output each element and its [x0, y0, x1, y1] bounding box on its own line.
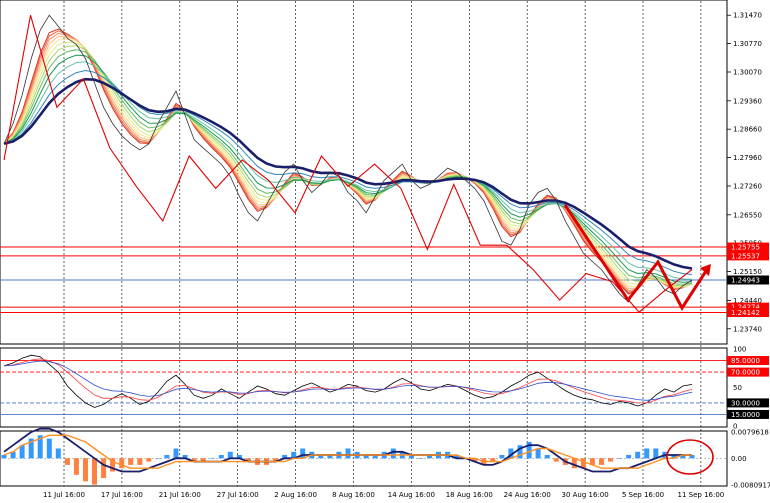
macd-histogram-bar	[164, 455, 170, 459]
macd-histogram-bar	[128, 458, 134, 465]
price-panel	[0, 0, 728, 345]
macd-histogram-bar	[617, 458, 623, 459]
level-tag-label: 1.25755	[731, 244, 760, 252]
price-tick-label: 1.27260	[733, 182, 762, 190]
x-tick-label: 11 Jul 16:00	[43, 491, 85, 499]
macd-histogram-bar	[155, 458, 161, 459]
x-tick-label: 14 Aug 16:00	[388, 491, 435, 499]
rsi-level-tag-label: 30.0000	[731, 399, 760, 407]
rsi-level-tag-label: 85.0000	[731, 357, 760, 365]
macd-histogram-bar	[390, 448, 396, 459]
x-tick-label: 30 Aug 16:00	[561, 491, 608, 499]
macd-histogram-bar	[499, 455, 505, 459]
macd-histogram-bar	[1, 455, 7, 459]
rsi-level-tag-label: 15.0000	[731, 411, 760, 419]
macd-histogram-bar	[173, 448, 179, 459]
price-tick-label: 1.26550	[733, 211, 762, 219]
macd-histogram-bar	[626, 455, 632, 459]
macd-histogram-bar	[535, 448, 541, 459]
x-tick-label: 17 Jul 16:00	[101, 491, 143, 499]
rsi-tick-label: 50	[733, 384, 742, 392]
macd-histogram-bar	[635, 451, 641, 459]
price-tick-label: 1.25150	[733, 268, 762, 276]
macd-histogram-bar	[599, 458, 604, 465]
price-tick-label: 1.27960	[733, 154, 762, 162]
macd-histogram-bar	[608, 458, 613, 462]
macd-histogram-bar	[345, 448, 351, 459]
level-tag-label: 1.25537	[731, 252, 760, 260]
macd-histogram-bar	[644, 448, 650, 459]
level-tag-label: 1.24142	[731, 309, 760, 317]
level-tag-label: 1.24943	[731, 276, 760, 284]
x-tick-label: 21 Jul 16:00	[159, 491, 201, 499]
macd-histogram-bar	[64, 458, 70, 465]
macd-histogram-bar	[83, 458, 88, 482]
macd-histogram-bar	[137, 458, 143, 465]
price-tick-label: 1.30770	[733, 40, 762, 48]
macd-histogram-bar	[209, 458, 215, 459]
trading-chart[interactable]: 11 Jul 16:00 17 Jul 16:00 21 Jul 16:00 27 J…	[0, 0, 770, 503]
macd-histogram-bar	[101, 458, 107, 479]
macd-histogram-bar	[146, 458, 152, 462]
price-tick-label: 1.31470	[733, 12, 762, 20]
x-tick-label: 27 Jul 16:00	[217, 491, 259, 499]
price-tick-label: 1.29360	[733, 97, 762, 105]
x-tick-label: 8 Aug 16:00	[332, 491, 375, 499]
macd-histogram-bar	[92, 458, 97, 485]
macd-tick-label: -0.0080917	[731, 481, 770, 489]
rsi-level-tag-label: 70.0000	[731, 369, 760, 377]
price-tick-label: 1.28660	[733, 126, 762, 134]
macd-histogram-bar	[119, 458, 125, 469]
price-tick-label: 1.23740	[733, 325, 762, 333]
macd-histogram-bar	[55, 448, 61, 459]
x-tick-label: 5 Sep 16:00	[622, 491, 664, 499]
macd-histogram-bar	[300, 448, 306, 459]
rsi-tick-label: 100	[733, 346, 746, 354]
macd-histogram-bar	[544, 455, 550, 459]
price-tick-label: 1.30070	[733, 68, 762, 76]
macd-histogram-bar	[571, 458, 577, 469]
macd-histogram-bar	[218, 455, 224, 459]
macd-tick-label: 0.0079618	[731, 429, 769, 437]
x-tick-label: 11 Sep 16:00	[678, 491, 725, 499]
macd-histogram-bar	[46, 438, 52, 459]
x-tick-label: 18 Aug 16:00	[446, 491, 493, 499]
macd-histogram-bar	[73, 458, 79, 475]
x-tick-label: 2 Aug 16:00	[274, 491, 317, 499]
x-tick-label: 24 Aug 16:00	[504, 491, 551, 499]
macd-histogram-bar	[417, 458, 423, 459]
macd-tick-label: 0.00	[731, 455, 747, 463]
macd-histogram-bar	[553, 458, 559, 462]
